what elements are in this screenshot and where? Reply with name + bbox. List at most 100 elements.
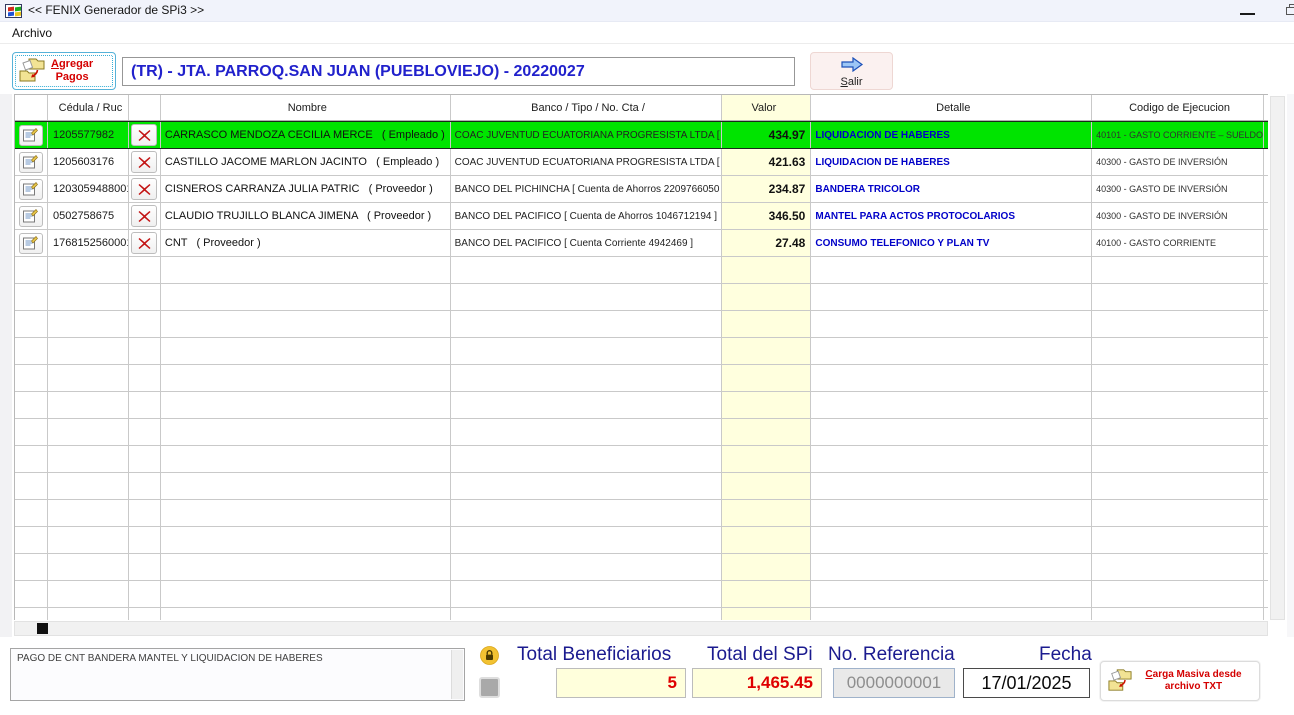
fecha-label: Fecha bbox=[1039, 644, 1092, 666]
gray-square-button[interactable] bbox=[479, 677, 500, 698]
edit-form-icon bbox=[23, 128, 38, 142]
carga-masiva-icon bbox=[1107, 668, 1133, 695]
delete-cell bbox=[129, 203, 161, 229]
table-row[interactable]: 1203059488001 CISNEROS CARRANZA JULIA PA… bbox=[15, 176, 1268, 203]
valor-cell: 234.87 bbox=[722, 176, 811, 202]
referencia-field: 0000000001 bbox=[833, 668, 955, 698]
referencia-label: No. Referencia bbox=[828, 644, 955, 666]
valor-cell: 421.63 bbox=[722, 149, 811, 175]
app-window: << FENIX Generador de SPi3 >> Archivo Ag… bbox=[0, 0, 1294, 715]
entity-field[interactable]: (TR) - JTA. PARROQ.SAN JUAN (PUEBLOVIEJO… bbox=[122, 57, 795, 86]
delete-row-button[interactable] bbox=[131, 178, 157, 200]
nombre-cell: CARRASCO MENDOZA CECILIA MERCE ( Emplead… bbox=[161, 122, 451, 148]
payment-note-text: PAGO DE CNT BANDERA MANTEL Y LIQUIDACION… bbox=[17, 653, 323, 664]
exit-label: Salir bbox=[817, 76, 886, 88]
delete-x-icon bbox=[138, 156, 151, 169]
delete-cell bbox=[129, 149, 161, 175]
filler-cell bbox=[1264, 176, 1268, 202]
edit-row-button[interactable] bbox=[19, 233, 43, 254]
cedula-cell: 1203059488001 bbox=[48, 176, 129, 202]
table-row[interactable]: 1205603176 CASTILLO JACOME MARLON JACINT… bbox=[15, 149, 1268, 176]
edit-row-button[interactable] bbox=[19, 179, 43, 200]
grid-vertical-scrollbar[interactable] bbox=[1270, 96, 1285, 620]
grid-horizontal-scrollbar[interactable] bbox=[14, 621, 1268, 636]
carga-masiva-label: Carga Masiva desdearchivo TXT bbox=[1138, 669, 1253, 693]
delete-x-icon bbox=[138, 210, 151, 223]
carga-masiva-button[interactable]: Carga Masiva desdearchivo TXT bbox=[1100, 661, 1260, 701]
empty-table-row bbox=[15, 365, 1268, 392]
grid-left-gutter bbox=[0, 94, 12, 637]
cedula-cell: 1768152560001 bbox=[48, 230, 129, 256]
window-title: << FENIX Generador de SPi3 >> bbox=[28, 3, 204, 17]
delete-cell bbox=[129, 122, 161, 148]
empty-table-row bbox=[15, 473, 1268, 500]
edit-cell bbox=[15, 176, 48, 202]
exit-button[interactable]: Salir bbox=[810, 52, 893, 90]
banco-cell: COAC JUVENTUD ECUATORIANA PROGRESISTA LT… bbox=[451, 149, 723, 175]
header-valor: Valor bbox=[722, 95, 811, 120]
fecha-field[interactable]: 17/01/2025 bbox=[963, 668, 1090, 698]
valor-cell: 346.50 bbox=[722, 203, 811, 229]
delete-x-icon bbox=[138, 129, 151, 142]
edit-cell bbox=[15, 230, 48, 256]
grid-rows-viewport: 1205577982 CARRASCO MENDOZA CECILIA MERC… bbox=[15, 121, 1268, 620]
codigo-cell: 40101 - GASTO CORRIENTE – SUELDOS bbox=[1092, 122, 1264, 148]
empty-table-row bbox=[15, 446, 1268, 473]
total-spi-field: 1,465.45 bbox=[692, 668, 822, 698]
payment-note-field[interactable]: PAGO DE CNT BANDERA MANTEL Y LIQUIDACION… bbox=[10, 648, 465, 701]
payments-grid: Cédula / Ruc Nombre Banco / Tipo / No. C… bbox=[14, 94, 1268, 620]
delete-row-button[interactable] bbox=[131, 232, 157, 254]
menubar: Archivo bbox=[0, 22, 1294, 44]
delete-x-icon bbox=[138, 183, 151, 196]
delete-row-button[interactable] bbox=[131, 124, 157, 146]
cedula-cell: 1205577982 bbox=[48, 122, 129, 148]
empty-table-row bbox=[15, 608, 1268, 620]
header-codigo: Codigo de Ejecucion bbox=[1092, 95, 1264, 120]
valor-cell: 27.48 bbox=[722, 230, 811, 256]
banco-cell: BANCO DEL PICHINCHA [ Cuenta de Ahorros … bbox=[451, 176, 723, 202]
table-row[interactable]: 1768152560001 CNT ( Proveedor ) BANCO DE… bbox=[15, 230, 1268, 257]
edit-row-button[interactable] bbox=[19, 152, 43, 173]
detalle-cell: CONSUMO TELEFONICO Y PLAN TV bbox=[811, 230, 1092, 256]
cedula-cell: 0502758675 bbox=[48, 203, 129, 229]
filler-cell bbox=[1264, 122, 1268, 148]
empty-table-row bbox=[15, 419, 1268, 446]
menu-archivo[interactable]: Archivo bbox=[8, 25, 56, 41]
detalle-cell: BANDERA TRICOLOR bbox=[811, 176, 1092, 202]
detalle-cell: LIQUIDACION DE HABERES bbox=[811, 122, 1092, 148]
edit-cell bbox=[15, 149, 48, 175]
edit-row-button[interactable] bbox=[19, 125, 43, 146]
grid-header-row: Cédula / Ruc Nombre Banco / Tipo / No. C… bbox=[15, 95, 1268, 121]
delete-row-button[interactable] bbox=[131, 205, 157, 227]
header-banco: Banco / Tipo / No. Cta / bbox=[451, 95, 723, 120]
table-row[interactable]: 1205577982 CARRASCO MENDOZA CECILIA MERC… bbox=[15, 121, 1268, 149]
header-edit-col bbox=[15, 95, 48, 120]
empty-table-row bbox=[15, 581, 1268, 608]
banco-cell: BANCO DEL PACIFICO [ Cuenta de Ahorros 1… bbox=[451, 203, 723, 229]
edit-form-icon bbox=[23, 236, 38, 250]
empty-table-row bbox=[15, 527, 1268, 554]
note-scrollbar[interactable] bbox=[451, 650, 463, 699]
restore-button[interactable] bbox=[1278, 0, 1294, 22]
total-beneficiarios-label: Total Beneficiarios bbox=[517, 644, 671, 666]
banco-cell: COAC JUVENTUD ECUATORIANA PROGRESISTA LT… bbox=[451, 122, 723, 148]
exit-arrow-icon bbox=[840, 63, 864, 75]
table-row[interactable]: 0502758675 CLAUDIO TRUJILLO BLANCA JIMEN… bbox=[15, 203, 1268, 230]
minimize-button[interactable] bbox=[1232, 0, 1264, 22]
hscroll-thumb[interactable] bbox=[37, 623, 48, 634]
nombre-cell: CASTILLO JACOME MARLON JACINTO ( Emplead… bbox=[161, 149, 451, 175]
total-spi-label: Total del SPi bbox=[707, 644, 813, 666]
codigo-cell: 40100 - GASTO CORRIENTE bbox=[1092, 230, 1264, 256]
filler-cell bbox=[1264, 230, 1268, 256]
header-detalle: Detalle bbox=[811, 95, 1092, 120]
empty-table-row bbox=[15, 500, 1268, 527]
add-payments-button[interactable]: AgregarPagos bbox=[12, 52, 116, 90]
delete-row-button[interactable] bbox=[131, 151, 157, 173]
edit-cell bbox=[15, 122, 48, 148]
delete-cell bbox=[129, 230, 161, 256]
nombre-cell: CISNEROS CARRANZA JULIA PATRIC ( Proveed… bbox=[161, 176, 451, 202]
empty-table-row bbox=[15, 338, 1268, 365]
titlebar: << FENIX Generador de SPi3 >> bbox=[0, 0, 1294, 22]
app-icon bbox=[5, 4, 22, 18]
edit-row-button[interactable] bbox=[19, 206, 43, 227]
